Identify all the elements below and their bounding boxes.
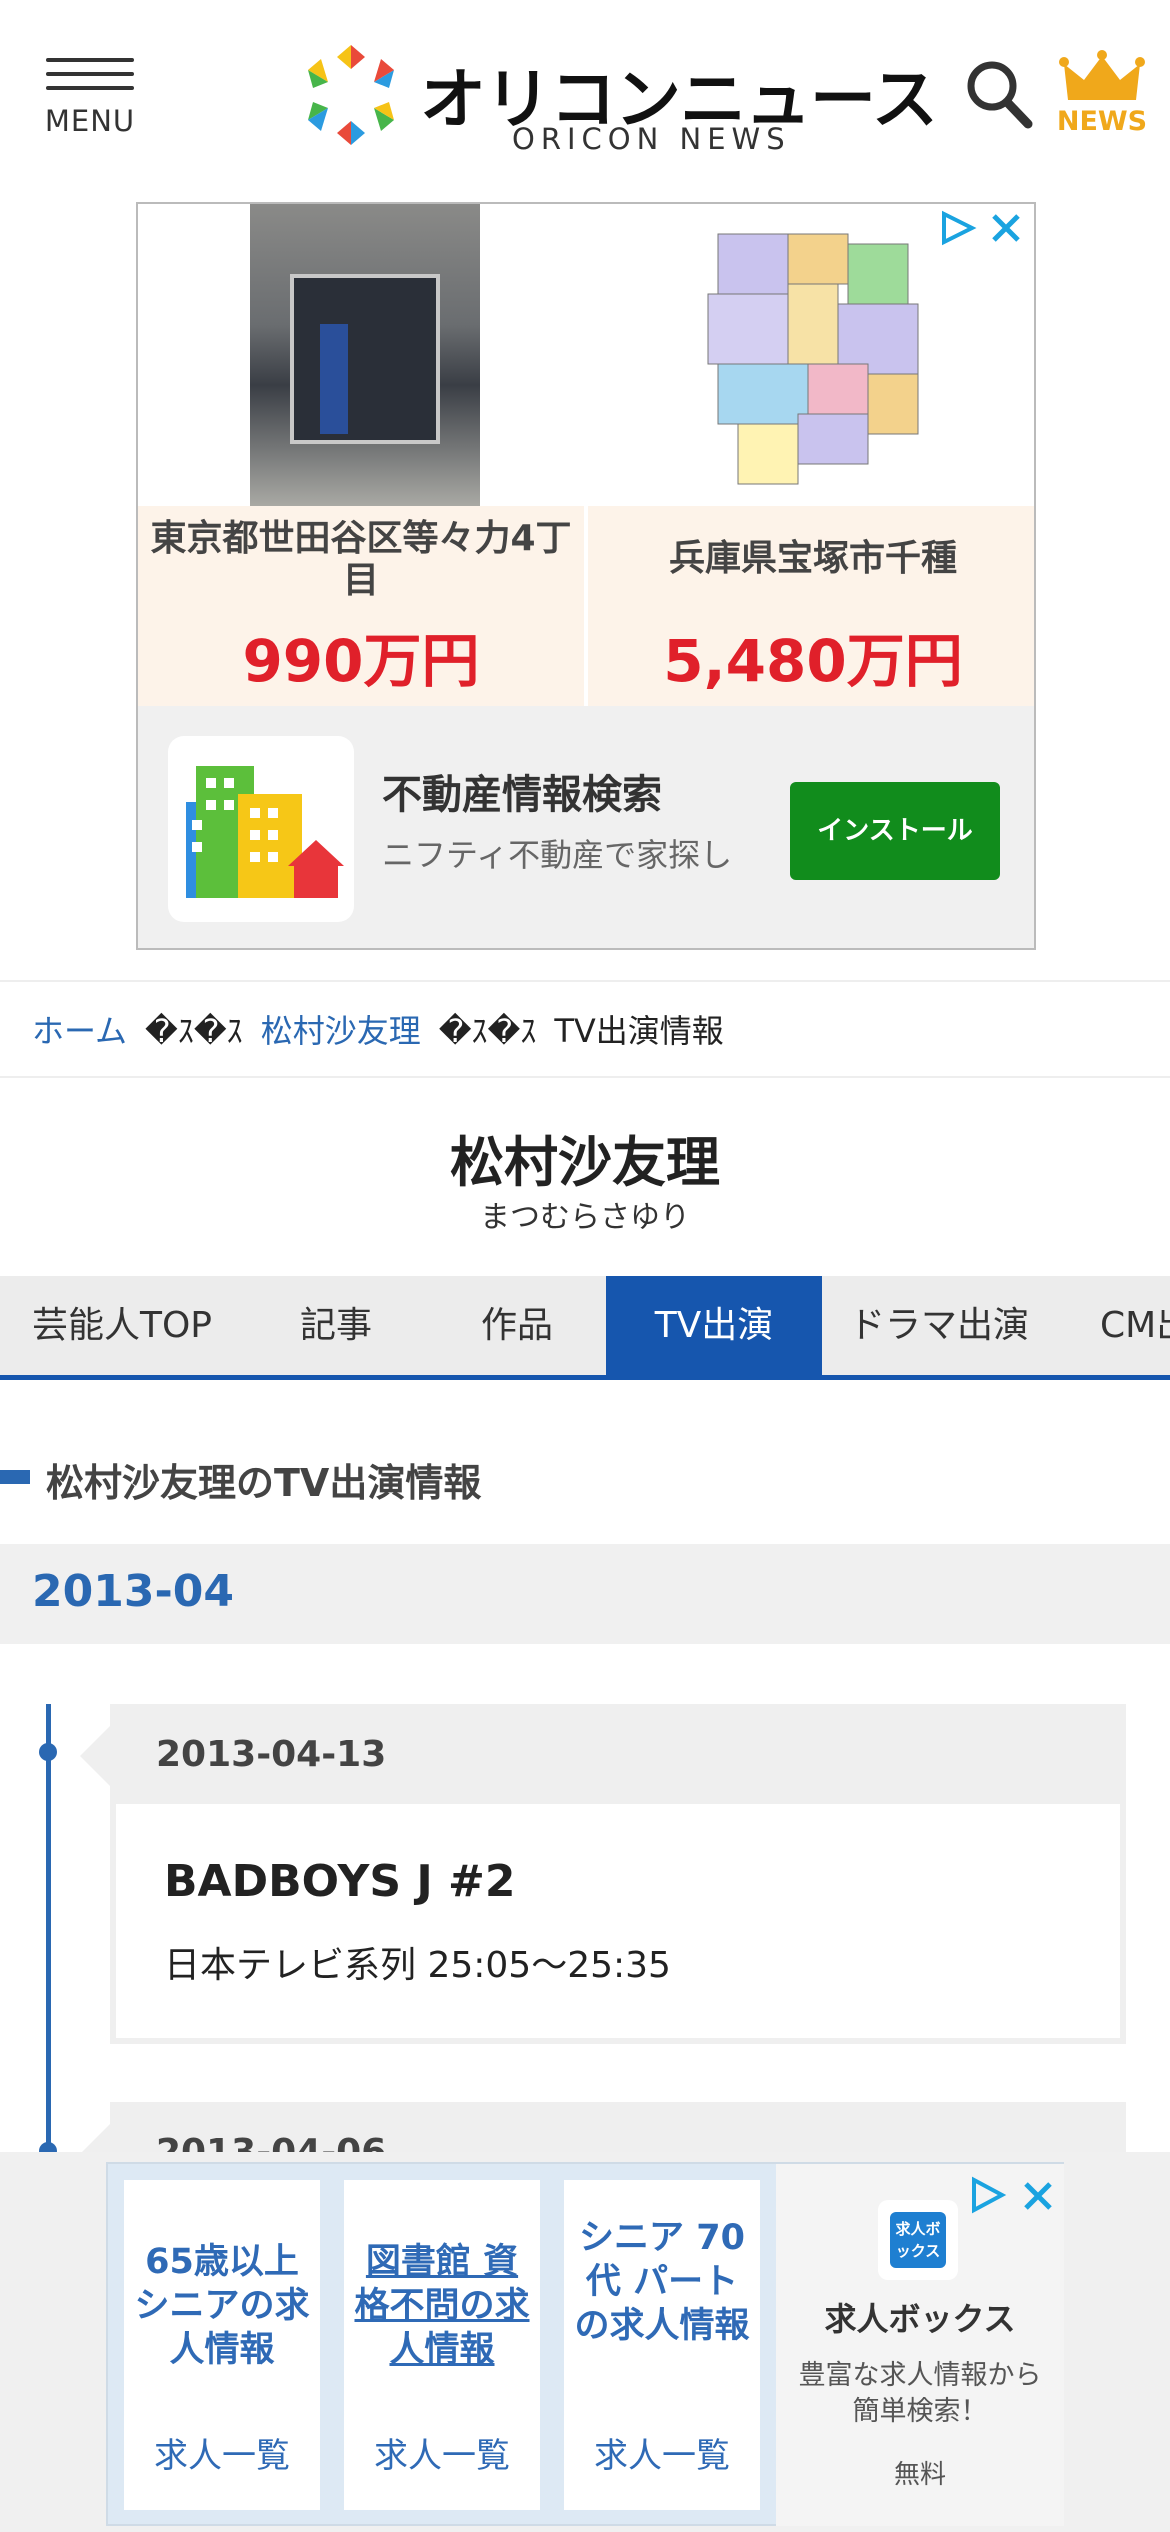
job-title: 図書館 資格不問の求人情報	[354, 2242, 530, 2370]
advertiser-logo-icon: 求人ボックス	[878, 2200, 958, 2280]
advertiser-name: 求人ボックス	[824, 2300, 1016, 2338]
floor-plan-image[interactable]	[698, 214, 938, 504]
program-title: BADBOYS J #2	[164, 1856, 516, 1907]
property-listing[interactable]: 兵庫県宝塚市千種 5,480万円	[588, 506, 1034, 706]
job-listing[interactable]: シニア 70代 パートの求人情報 求人一覧	[564, 2180, 760, 2510]
breadcrumb-home-link[interactable]: ホーム	[32, 1006, 127, 1052]
tab-cm-appearances[interactable]: CM出演	[1076, 1276, 1170, 1375]
breadcrumb-person-link[interactable]: 松村沙友理	[261, 1006, 421, 1052]
profile-tabs: 芸能人TOP 記事 作品 TV出演 ドラマ出演 CM出演	[0, 1276, 1170, 1380]
property-price: 5,480万円	[663, 627, 963, 695]
logo-mark-icon	[308, 45, 394, 145]
job-title: シニア 70代 パートの求人情報	[574, 2218, 750, 2346]
tab-drama-appearances[interactable]: ドラマ出演	[822, 1276, 1056, 1375]
tab-works[interactable]: 作品	[428, 1276, 606, 1375]
adchoices-close-icon[interactable]	[968, 2176, 1058, 2216]
page-title: 松村沙友理	[450, 1131, 720, 1194]
building-entrance-image	[290, 274, 440, 444]
app-description: ニフティ不動産で家探し	[382, 836, 733, 874]
app-icon	[168, 736, 354, 922]
entry-date: 2013-04-13	[156, 1734, 387, 1775]
breadcrumb-current: TV出演情報	[554, 1012, 724, 1050]
timeline-dot	[39, 1743, 57, 1761]
job-listing[interactable]: 65歳以上シニアの求人情報 求人一覧	[124, 2180, 320, 2510]
hamburger-icon	[46, 58, 134, 62]
property-listing[interactable]: 東京都世田谷区等々力4丁目 990万円	[138, 506, 584, 706]
job-list-link[interactable]: 求人一覧	[344, 2428, 540, 2477]
search-button[interactable]	[964, 58, 1036, 132]
breadcrumb-separator: �ｽ�ｽ	[145, 1012, 243, 1050]
building-sign-image	[320, 324, 348, 434]
property-price: 990万円	[242, 627, 480, 695]
job-title: 65歳以上シニアの求人情報	[134, 2242, 310, 2370]
section-heading: 松村沙友理のTV出演情報	[0, 1448, 1170, 1508]
tab-articles[interactable]: 記事	[244, 1276, 428, 1375]
month-label: 2013-04	[32, 1566, 234, 1617]
tab-tv-appearances[interactable]: TV出演	[606, 1276, 822, 1375]
month-header: 2013-04	[0, 1544, 1170, 1644]
property-photo[interactable]	[250, 204, 480, 506]
menu-label: MENU	[44, 104, 136, 138]
menu-button[interactable]: MENU	[42, 58, 138, 148]
hamburger-bar	[46, 72, 134, 76]
property-location: 兵庫県宝塚市千種	[668, 538, 957, 579]
property-location: 東京都世田谷区等々力4丁目	[150, 518, 572, 601]
logo-text-en: ORICON NEWS	[512, 122, 791, 156]
job-list-link[interactable]: 求人一覧	[564, 2428, 760, 2477]
building-icon	[186, 766, 344, 898]
bottom-advertisement[interactable]: 65歳以上シニアの求人情報 求人一覧 図書館 資格不問の求人情報 求人一覧 シニ…	[106, 2162, 1064, 2526]
tv-entry-card[interactable]: BADBOYS J #2 日本テレビ系列 25:05〜25:35	[110, 1804, 1126, 2044]
advertiser-panel[interactable]: 求人ボックス 求人ボックス 豊富な求人情報から簡単検索！ 無料	[776, 2164, 1064, 2526]
crown-icon	[1059, 50, 1145, 100]
advertiser-description: 豊富な求人情報から簡単検索！	[798, 2360, 1042, 2427]
program-broadcast: 日本テレビ系列 25:05〜25:35	[164, 1945, 671, 1986]
advertiser-logo-text: 求人ボックス	[890, 2212, 946, 2268]
install-button[interactable]: インストール	[790, 782, 1000, 880]
app-title: 不動産情報検索	[382, 772, 662, 818]
breadcrumb: ホーム �ｽ�ｽ 松村沙友理 �ｽ�ｽ TV出演情報	[0, 980, 1170, 1078]
site-logo[interactable]: オリコンニュース ORICON NEWS	[296, 40, 938, 160]
job-listing[interactable]: 図書館 資格不問の求人情報 求人一覧	[344, 2180, 540, 2510]
section-heading-text: 松村沙友理のTV出演情報	[46, 1461, 482, 1505]
app-promo[interactable]: 不動産情報検索 ニフティ不動産で家探し インストール	[138, 706, 1034, 948]
job-list-link[interactable]: 求人一覧	[124, 2428, 320, 2477]
advertiser-price: 無料	[893, 2460, 946, 2490]
name-reading: まつむらさゆり	[480, 1200, 690, 1235]
timeline-line	[46, 1704, 51, 2154]
site-header: MENU オリコンニュース ORICON NEWS NEWS	[0, 0, 1170, 190]
news-ranking-button[interactable]: NEWS	[1054, 50, 1150, 140]
entry-date-bar: 2013-04-13	[80, 1704, 1126, 1804]
breadcrumb-separator: �ｽ�ｽ	[438, 1012, 537, 1050]
adchoices-close-icon[interactable]	[938, 210, 1028, 246]
news-label: NEWS	[1056, 106, 1148, 137]
tab-talent-top[interactable]: 芸能人TOP	[0, 1276, 244, 1375]
top-advertisement[interactable]: 東京都世田谷区等々力4丁目 990万円 兵庫県宝塚市千種 5,480万円 不動産…	[136, 202, 1036, 950]
search-icon	[967, 61, 1033, 129]
hamburger-bar	[46, 86, 134, 90]
heading-marker	[0, 1470, 30, 1484]
